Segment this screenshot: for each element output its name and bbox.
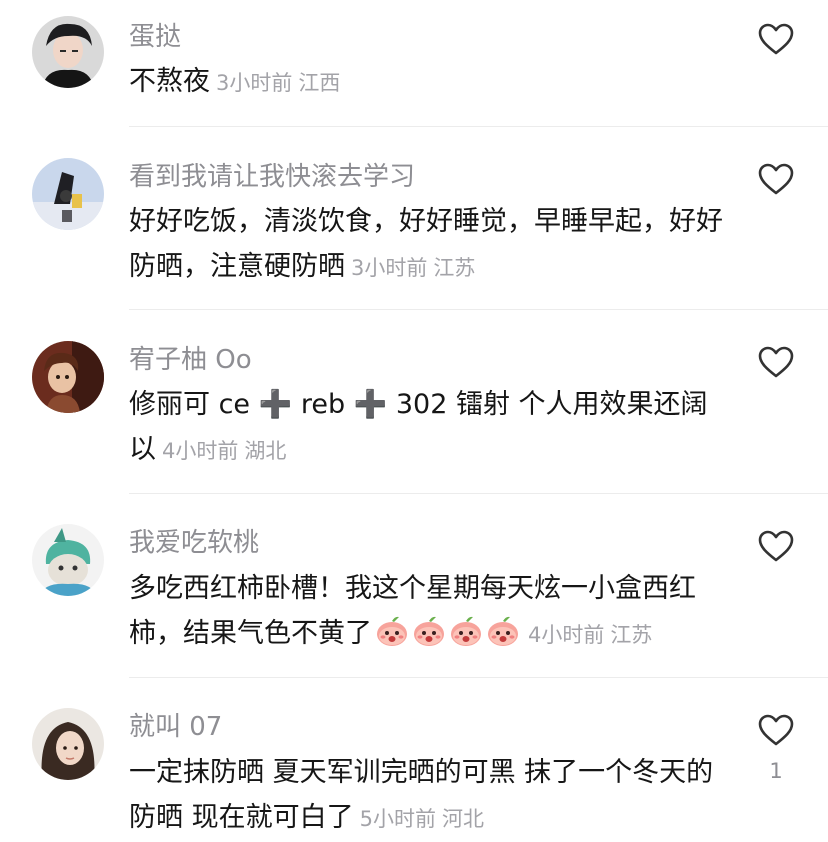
heart-outline-icon[interactable] xyxy=(757,529,795,563)
avatar[interactable] xyxy=(32,708,104,780)
comment-location: 江苏 xyxy=(610,623,653,647)
comment-location: 江西 xyxy=(298,71,341,95)
divider xyxy=(129,677,828,678)
username[interactable]: 看到我请让我快滚去学习 xyxy=(129,160,415,194)
heart-outline-icon[interactable] xyxy=(757,345,795,379)
username[interactable]: 就叫 07 xyxy=(129,710,222,744)
username[interactable]: 蛋挞 xyxy=(129,20,181,54)
like-count: 1 xyxy=(769,759,783,783)
comment-time: 4小时前 xyxy=(528,623,605,647)
comment-text: 不熬夜 xyxy=(129,66,210,97)
comment-time: 3小时前 xyxy=(216,71,293,95)
avatar[interactable] xyxy=(32,158,104,230)
avatar[interactable] xyxy=(32,524,104,596)
username[interactable]: 宥子柚 Oo xyxy=(129,343,252,377)
comment-text-block: 不熬夜 3小时前 江西 xyxy=(129,59,729,106)
divider xyxy=(129,126,828,127)
heart-outline-icon[interactable] xyxy=(757,162,795,196)
heart-outline-icon[interactable] xyxy=(757,713,795,747)
comment-text-block: 一定抹防晒 夏天军训完晒的可黑 抹了一个冬天的防晒 现在就可白了 5小时前 河北 xyxy=(129,750,729,842)
comment-time: 4小时前 xyxy=(162,439,239,463)
avatar[interactable] xyxy=(32,341,104,413)
peach-face-emoji xyxy=(377,616,407,646)
avatar[interactable] xyxy=(32,16,104,88)
comment-time: 5小时前 xyxy=(359,807,436,831)
heart-outline-icon[interactable] xyxy=(757,22,795,56)
comment-location: 河北 xyxy=(441,807,484,831)
comment-location: 江苏 xyxy=(433,256,476,280)
divider xyxy=(129,309,828,310)
peach-face-emoji xyxy=(414,616,444,646)
peach-face-emoji xyxy=(451,616,481,646)
comment-text-block: 好好吃饭，清淡饮食，好好睡觉，早睡早起，好好防晒，注意硬防晒 3小时前 江苏 xyxy=(129,199,729,291)
emoji-group xyxy=(374,616,522,649)
comment-text-block: 多吃西红柿卧槽！我这个星期每天炫一小盒西红柿，结果气色不黄了 4小时前 江苏 xyxy=(129,566,729,658)
comment-time: 3小时前 xyxy=(351,256,428,280)
divider xyxy=(129,493,828,494)
peach-face-emoji xyxy=(488,616,518,646)
comment-location: 湖北 xyxy=(244,439,287,463)
comment-text-block: 修丽可 ce ➕ reb ➕ 302 镭射 个人用效果还阔以 4小时前 湖北 xyxy=(129,382,729,474)
username[interactable]: 我爱吃软桃 xyxy=(129,526,259,560)
